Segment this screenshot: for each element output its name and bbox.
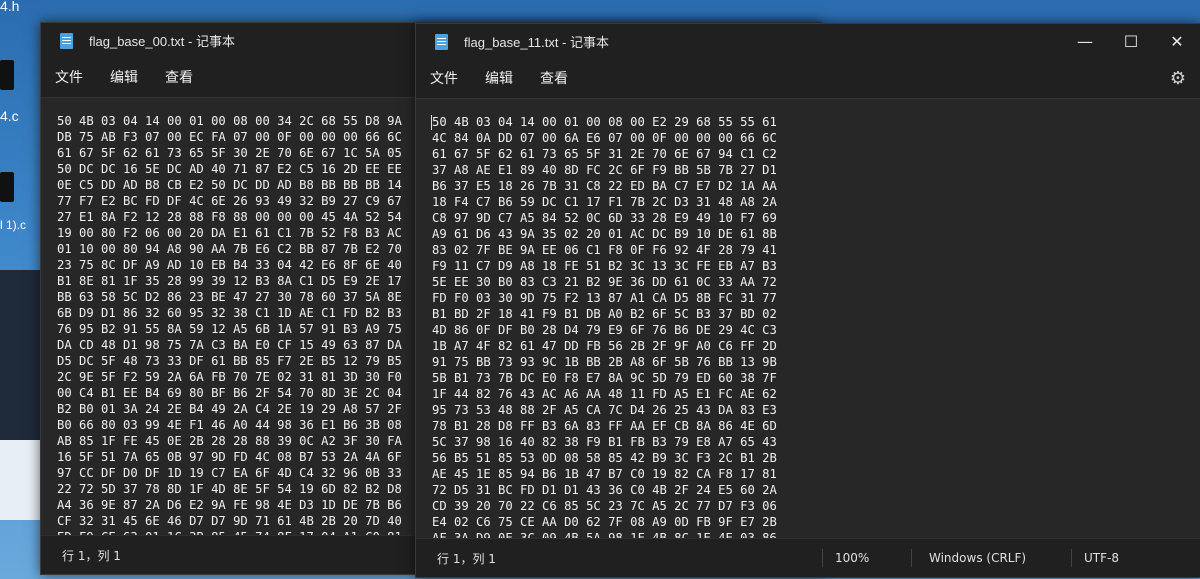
title-bar[interactable]: flag_base_11.txt - 记事本 — ☐ ✕ <box>416 24 1200 58</box>
window-title: flag_base_00.txt - 记事本 <box>89 33 235 49</box>
desktop-file-icon[interactable] <box>0 172 14 202</box>
cursor-position: 行 1，列 1 <box>437 551 496 566</box>
close-button[interactable]: ✕ <box>1154 24 1200 58</box>
notepad-window-right[interactable]: flag_base_11.txt - 记事本 — ☐ ✕ 文件 编辑 查看 ⚙ … <box>415 23 1200 578</box>
notepad-icon <box>59 31 75 49</box>
background-window-fragment <box>0 440 40 520</box>
text-editor[interactable]: 50 4B 03 04 14 00 01 00 08 00 E2 29 68 5… <box>416 98 1200 545</box>
cursor-position: 行 1，列 1 <box>62 548 121 563</box>
text-caret <box>431 115 432 130</box>
minimize-button[interactable]: — <box>1062 24 1108 58</box>
zoom-level: 100% <box>835 551 870 565</box>
encoding: UTF-8 <box>1084 551 1119 565</box>
status-bar: 行 1，列 1 100% Windows (CRLF) UTF-8 <box>416 538 1200 577</box>
notepad-icon <box>434 32 450 50</box>
desktop-file-label-3[interactable]: l 1).c <box>0 218 26 232</box>
window-controls: — ☐ ✕ <box>1062 24 1200 58</box>
desktop-file-icon[interactable] <box>0 60 14 90</box>
menu-view[interactable]: 查看 <box>532 62 576 94</box>
settings-gear-icon[interactable]: ⚙ <box>1170 68 1186 89</box>
menu-view[interactable]: 查看 <box>157 61 201 93</box>
maximize-button[interactable]: ☐ <box>1108 24 1154 58</box>
menu-file[interactable]: 文件 <box>422 62 466 94</box>
menu-edit[interactable]: 编辑 <box>102 61 146 93</box>
desktop-file-label-1[interactable]: 4.h <box>0 0 19 14</box>
background-window-fragment <box>0 270 40 440</box>
text-content[interactable]: 50 4B 03 04 14 00 01 00 08 00 E2 29 68 5… <box>416 99 1200 546</box>
menu-bar: 文件 编辑 查看 ⚙ <box>416 58 1200 98</box>
desktop-file-label-2[interactable]: 4.c <box>0 108 19 124</box>
menu-file[interactable]: 文件 <box>47 61 91 93</box>
window-title: flag_base_11.txt - 记事本 <box>464 34 609 50</box>
line-ending: Windows (CRLF) <box>929 551 1027 565</box>
menu-edit[interactable]: 编辑 <box>477 62 521 94</box>
